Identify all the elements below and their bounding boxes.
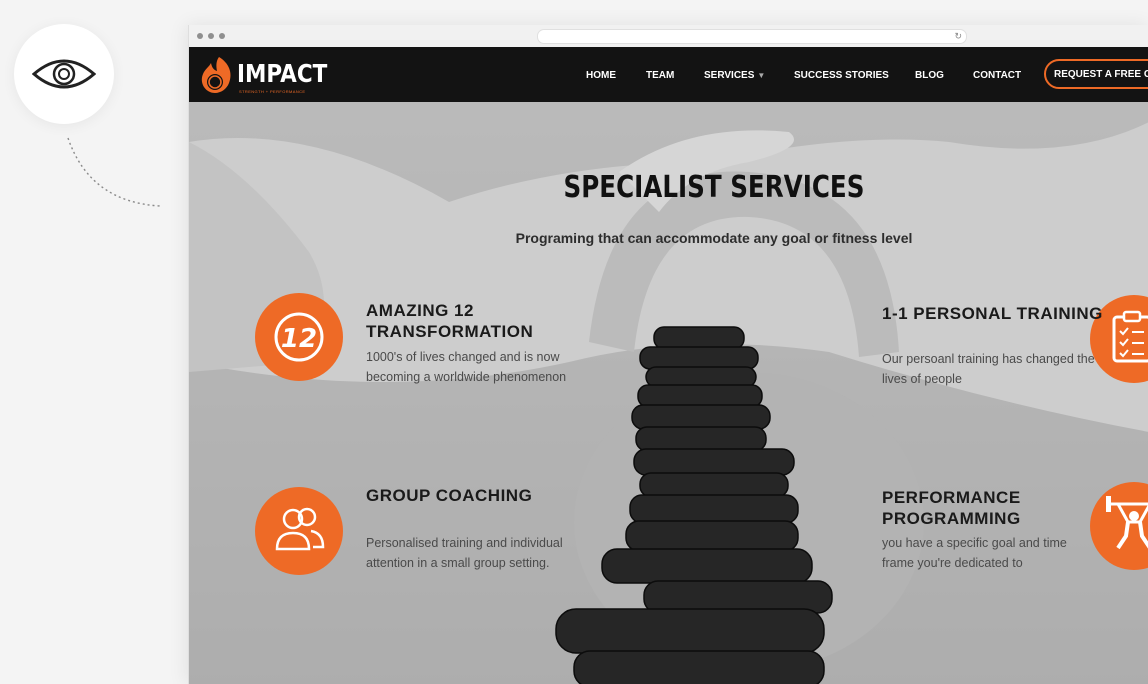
service-title[interactable]: AMAZING 12 TRANSFORMATION <box>366 300 596 342</box>
address-bar[interactable]: ↻ <box>537 29 967 44</box>
chevron-down-icon: ▼ <box>757 71 766 80</box>
window-dot[interactable] <box>208 33 214 39</box>
section-title: SPECIALIST SERVICES <box>563 170 865 205</box>
nav-services[interactable]: SERVICES ▼ <box>704 70 765 81</box>
dotted-connector <box>67 137 161 207</box>
nav-blog[interactable]: BLOG <box>915 70 944 81</box>
hero-section: SPECIALIST SERVICES Programing that can … <box>189 102 1148 684</box>
service-icon-group-coaching[interactable] <box>255 487 343 575</box>
service-description: you have a specific goal and time frame … <box>882 536 1067 570</box>
twelve-icon: 12 <box>274 312 324 362</box>
logo-wordmark: IMPACT <box>237 59 328 88</box>
flame-logo-icon <box>201 57 231 93</box>
site-navbar: IMPACT STRENGTH + PERFORMANCE HOME TEAM … <box>189 47 1148 102</box>
reload-icon[interactable]: ↻ <box>954 31 962 42</box>
nav-home[interactable]: HOME <box>586 70 616 81</box>
preview-eye-badge[interactable] <box>14 24 114 124</box>
service-title[interactable]: GROUP COACHING <box>366 485 596 506</box>
nav-team[interactable]: TEAM <box>646 70 674 81</box>
group-icon <box>275 507 325 551</box>
window-dot[interactable] <box>197 33 203 39</box>
logo-tagline: STRENGTH + PERFORMANCE <box>239 89 306 94</box>
browser-toolbar: ↻ <box>189 25 1148 48</box>
section-subtitle: Programing that can accommodate any goal… <box>515 230 913 246</box>
service-title[interactable]: PERFORMANCE PROGRAMMING <box>882 487 1112 529</box>
service-description: 1000's of lives changed and is now becom… <box>366 350 567 384</box>
nav-success-stories[interactable]: SUCCESS STORIES <box>794 70 889 81</box>
nav-services-label: SERVICES <box>704 70 755 81</box>
eye-icon <box>32 59 96 89</box>
weight-plates-image <box>555 326 833 684</box>
nav-contact[interactable]: CONTACT <box>973 70 1021 81</box>
site-logo[interactable]: IMPACT STRENGTH + PERFORMANCE <box>199 55 329 97</box>
service-description: Personalised training and individual att… <box>366 536 563 570</box>
browser-window: ↻ IMPACT STRENGTH + PERFORMANCE HOME TEA… <box>188 25 1148 684</box>
service-title[interactable]: 1-1 PERSONAL TRAINING <box>882 303 1112 324</box>
service-description: Our persoanl training has changed the li… <box>882 352 1095 386</box>
window-dot[interactable] <box>219 33 225 39</box>
service-icon-amazing-12[interactable]: 12 <box>255 293 343 381</box>
svg-text:12: 12 <box>281 324 317 354</box>
request-free-consult-button[interactable]: REQUEST A FREE C <box>1044 59 1148 89</box>
